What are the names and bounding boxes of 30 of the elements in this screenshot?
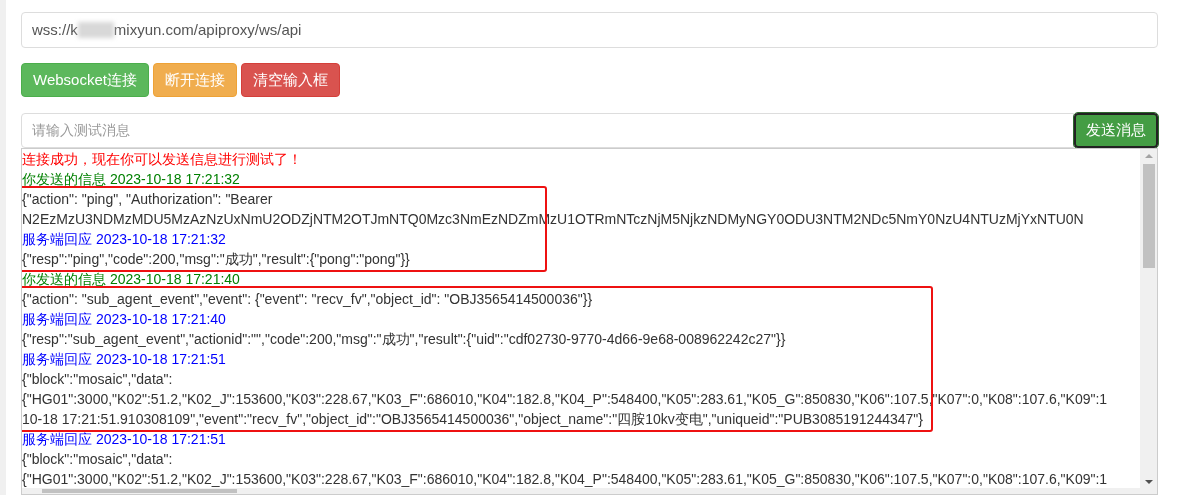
server-response-header: 服务端回应 2023-10-18 17:21:51 <box>22 350 226 369</box>
action-button[interactable]: Websocket连接 <box>21 63 149 97</box>
vertical-scrollbar[interactable] <box>1140 149 1157 494</box>
json-line: {"resp":"ping","code":200,"msg":"成功","result":{"pong":"pong"}} <box>22 250 410 269</box>
blurred-region <box>77 22 114 38</box>
horizontal-scrollbar[interactable] <box>22 488 1140 494</box>
action-button[interactable]: 清空输入框 <box>240 63 340 97</box>
sent-message-header: 你发送的信息 2023-10-18 17:21:40 <box>22 270 240 289</box>
url-text: mixyun.com/apiproxy/ws/api <box>113 19 302 40</box>
status-message: 连接成功，现在你可以发送信息进行测试了！ <box>22 150 302 169</box>
server-response-header: 服务端回应 2023-10-18 17:21:40 <box>22 310 226 329</box>
server-response-header: 服务端回应 2023-10-18 17:21:32 <box>22 230 226 249</box>
server-response-header: 服务端回应 2023-10-18 17:21:51 <box>22 430 226 449</box>
json-line: 10-18 17:21:51.910308109","event":"recv_fv","object_id":"OBJ3565414500036","object_name":"四胺10kv变电","uniqueid":"PUB3085191244347"} <box>22 410 923 429</box>
message-field[interactable]: 请输入测试消息 <box>21 113 1074 148</box>
url-text: wss://k <box>32 19 78 40</box>
sent-message-header: 你发送的信息 2023-10-18 17:21:32 <box>22 170 240 189</box>
scrollbar-thumb[interactable] <box>42 489 237 493</box>
json-line: {"action": "ping", "Authorization": "Bearer <box>22 190 273 209</box>
action-button[interactable]: 断开连接 <box>152 63 237 97</box>
scrollbar-thumb[interactable] <box>1142 164 1155 268</box>
url-field[interactable]: wss://k mixyun.com/apiproxy/ws/api <box>21 12 1158 48</box>
json-line: {"HG01":3000,"K02":51.2,"K02_J":153600,"K03":228.67,"K03_F":686010,"K04":182.8,"K04_P":548400,"K05":283.61,"K05_G":850830,"K06":107.5,"K07":0,"K08":107.6,"K09":1 <box>22 470 1108 489</box>
json-line: {"action": "sub_agent_event","event": {"event": "recv_fv","object_id": "OBJ3565414500036"}} <box>22 290 593 309</box>
json-line: {"block":"mosaic","data": <box>22 370 173 389</box>
scroll-down-icon[interactable] <box>1144 480 1153 484</box>
send-button[interactable]: 发送消息 <box>1074 113 1158 148</box>
scroll-up-icon[interactable] <box>1144 154 1153 158</box>
json-line: {"resp":"sub_agent_event","actionid":"","code":200,"msg":"成功","result":{"uid":"cdf02730-9770-4d66-9e68-008962242c27"}} <box>22 330 786 349</box>
json-line: {"block":"mosaic","data": <box>22 450 173 469</box>
